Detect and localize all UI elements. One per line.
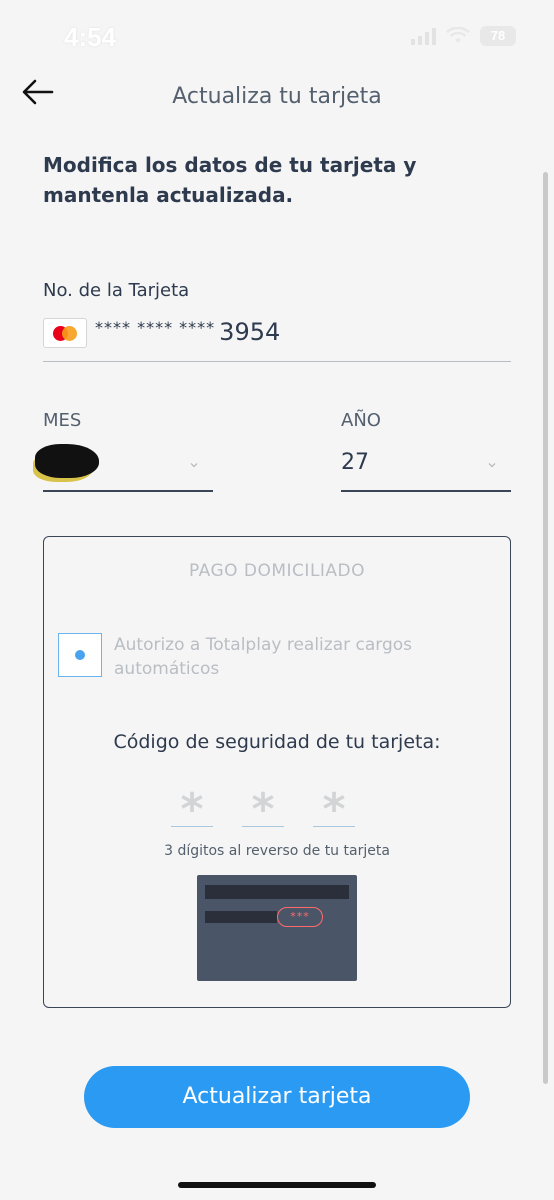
signal-icon [411,27,436,45]
card-back-illustration: *** [197,875,357,981]
cvv-digit-2-input[interactable]: * [242,785,284,835]
status-bar: 4:54 78 [0,0,554,70]
card-number-field[interactable]: **** **** **** 3954 [43,312,511,362]
year-label: AÑO [341,410,381,431]
mastercard-icon [43,318,87,348]
card-number-mask: **** **** **** [95,318,216,337]
card-back-cvv: *** [277,907,323,927]
wifi-icon [446,27,470,43]
home-indicator [178,1182,376,1188]
magnetic-stripe [205,885,349,899]
card-number-label: No. de la Tarjeta [43,280,190,301]
status-icons: 78 [411,26,516,46]
checkbox-dot [75,650,85,660]
update-card-button[interactable]: Actualizar tarjeta [84,1066,470,1128]
autorizo-label: Autorizo a Totalplay realizar cargos aut… [114,635,413,679]
chevron-down-icon [488,463,496,468]
cvv-digit-1-input[interactable]: * [171,785,213,835]
cvv-hint: 3 dígitos al reverso de tu tarjeta [164,843,390,859]
battery-icon: 78 [480,26,516,46]
cvv-digit-3-input[interactable]: * [313,785,355,835]
card-last-digits: 3954 [219,318,281,346]
status-time: 4:54 [64,22,117,52]
page-title: Actualiza tu tarjeta [172,84,382,109]
pago-domiciliado-title: PAGO DOMICILIADO [188,561,366,581]
year-select[interactable]: 27 [341,446,511,492]
month-select[interactable] [35,444,213,492]
pago-domiciliado-box: PAGO DOMICILIADO Autorizo a Totalplay re… [43,536,511,1008]
autorizo-checkbox[interactable] [58,633,102,677]
chevron-down-icon [190,463,198,468]
headline: Modifica los datos de tu tarjeta y mante… [43,153,417,207]
cvv-title: Código de seguridad de tu tarjeta: [113,731,441,753]
signature-strip [205,911,277,923]
redacted-value [35,444,99,478]
year-value: 27 [341,450,369,475]
scrollbar[interactable] [543,172,548,1084]
month-label: MES [43,410,82,431]
